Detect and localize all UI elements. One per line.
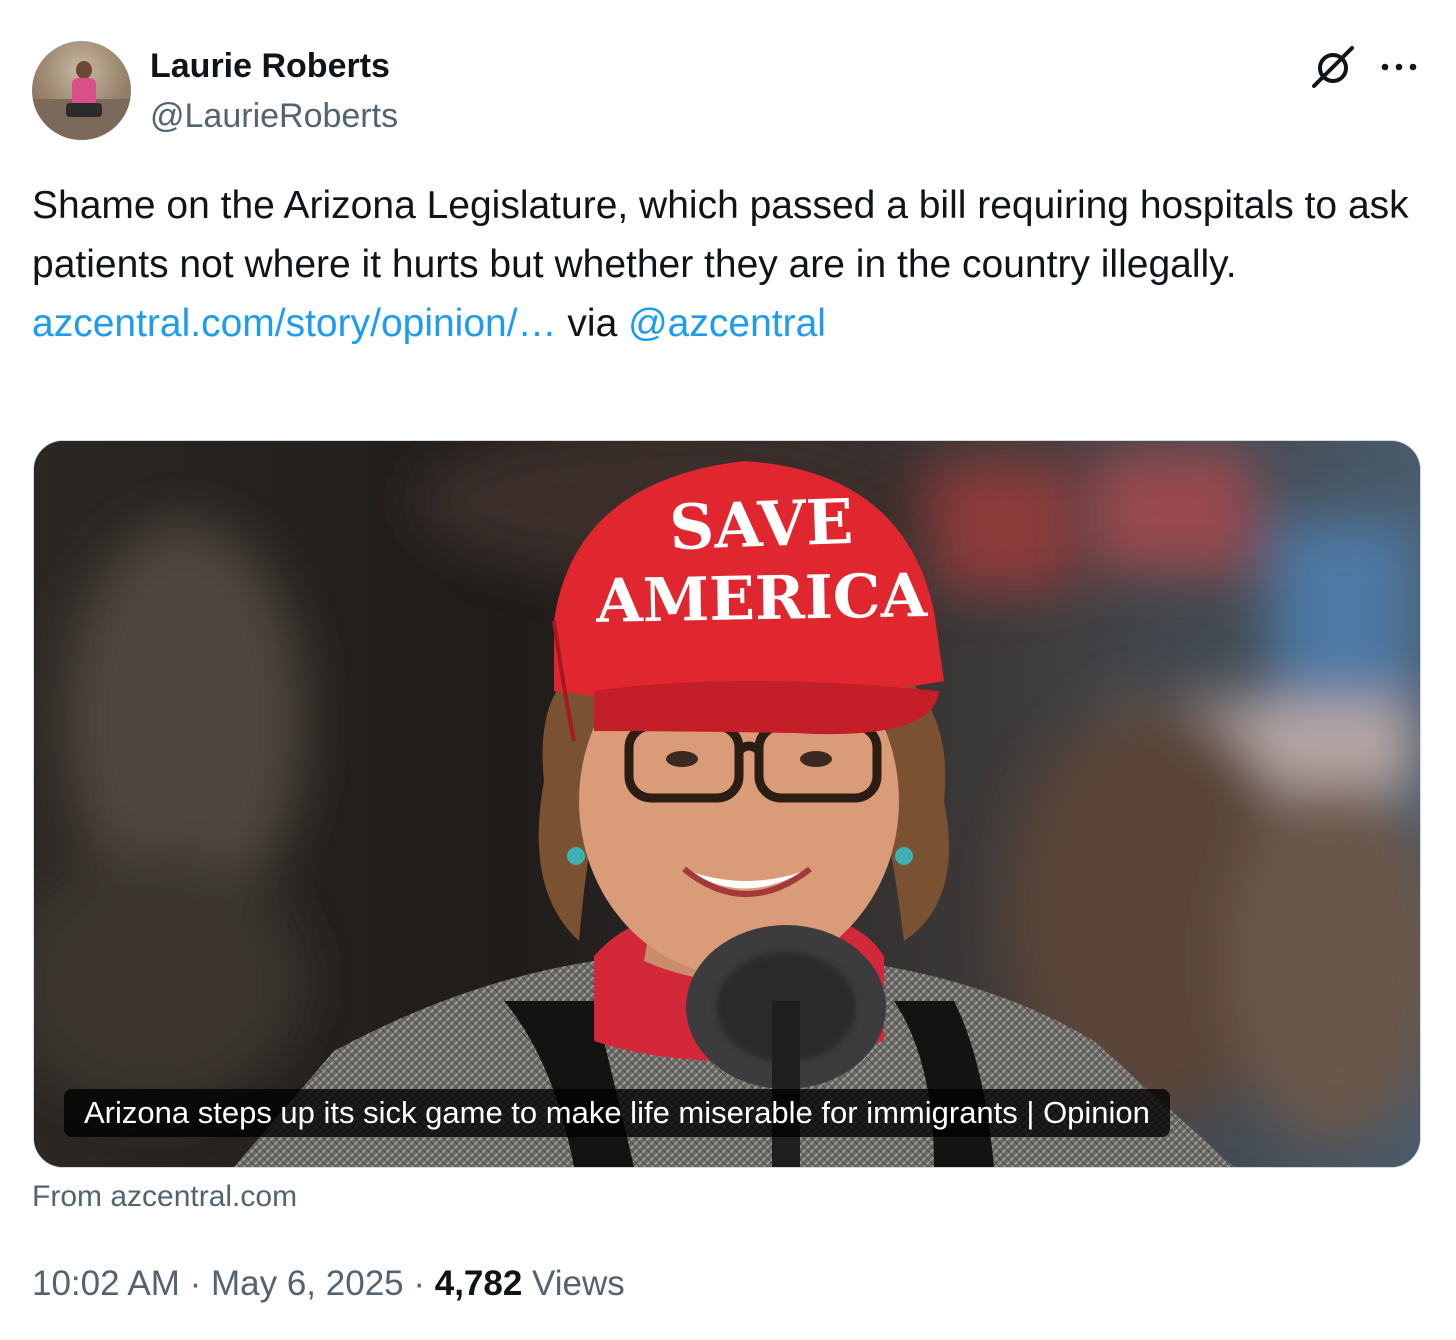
author-handle[interactable]: @LaurieRoberts [150,94,398,138]
mention-link[interactable]: @azcentral [628,302,826,345]
author-display-name[interactable]: Laurie Roberts [150,44,390,88]
tweet-text: Shame on the Arizona Legislature, which … [32,184,1409,286]
grok-icon[interactable] [1308,44,1358,90]
views-count: 4,782 [434,1264,523,1303]
article-link[interactable]: azcentral.com/story/opinion/… [32,302,557,345]
via-text: via [556,302,629,345]
hat-line-2: AMERICA [595,561,930,637]
avatar-person-legs [66,103,102,117]
avatar-person-head [76,61,92,79]
tweet-body: Shame on the Arizona Legislature, which … [32,176,1432,353]
more-horizontal-icon[interactable] [1378,52,1420,82]
tweet-date[interactable]: May 6, 2025 [211,1264,404,1303]
avatar[interactable] [32,41,131,140]
hat-text: SAVE AMERICA [595,485,930,637]
views-label: Views [522,1264,625,1303]
meta-separator: · [403,1264,435,1303]
link-card[interactable]: SAVE AMERICA Arizona steps up its sick g… [33,440,1421,1168]
tweet-meta: 10:02 AM · May 6, 2025 · 4,782 Views [32,1260,625,1308]
tweet-time[interactable]: 10:02 AM [32,1264,180,1303]
meta-separator: · [179,1264,211,1303]
tweet-link-line: azcentral.com/story/opinion/… via @azcen… [32,294,1432,353]
avatar-person-body [72,78,96,104]
card-source[interactable]: From azcentral.com [32,1176,297,1218]
hat-line-1: SAVE [668,485,854,564]
card-caption: Arizona steps up its sick game to make l… [64,1089,1170,1137]
